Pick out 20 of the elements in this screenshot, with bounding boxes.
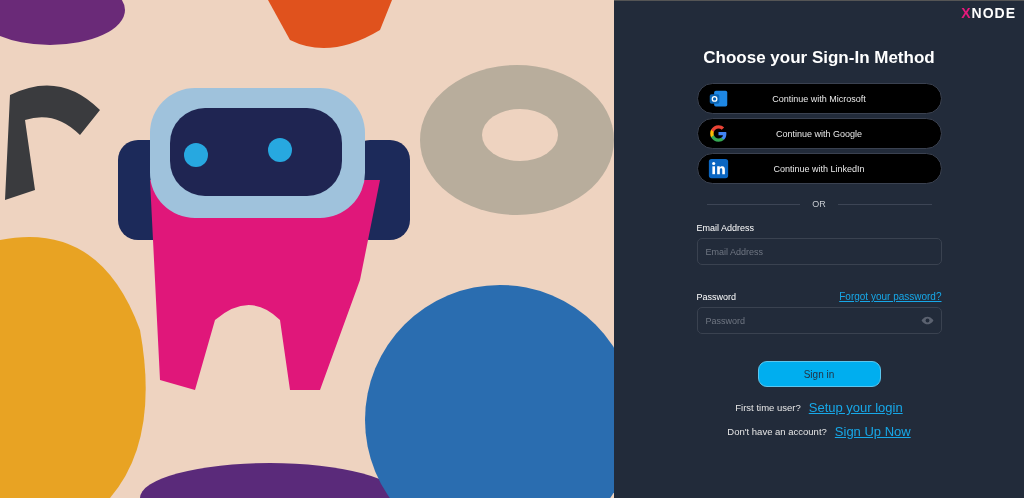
sign-in-option-button[interactable]: Continue with Microsoft	[696, 83, 942, 114]
sign-in-option-button[interactable]: Continue with Google	[696, 118, 942, 149]
sign-in-button[interactable]: Sign in	[757, 361, 881, 387]
field-label: Email Address	[696, 223, 755, 233]
prompt-text: Don't have an account?	[727, 426, 827, 437]
input-field[interactable]: Password	[696, 307, 942, 334]
mail-icon	[707, 88, 729, 109]
logo: XNODE	[961, 5, 1016, 21]
google-icon	[707, 123, 729, 144]
link[interactable]: Setup your login	[808, 400, 903, 415]
prompt-text: First time user?	[735, 402, 801, 413]
linkedin-icon	[707, 158, 729, 179]
field-label: Password	[696, 291, 736, 302]
eye-icon[interactable]	[920, 314, 934, 327]
sign-in-option-button[interactable]: Continue with LinkedIn	[696, 153, 942, 184]
link[interactable]: Forgot your password?	[839, 291, 942, 302]
divider-label: OR	[812, 199, 826, 209]
link[interactable]: Sign Up Now	[834, 424, 911, 439]
input-field[interactable]: Email Address	[696, 238, 942, 265]
heading: Choose your Sign-In Method	[703, 48, 935, 68]
